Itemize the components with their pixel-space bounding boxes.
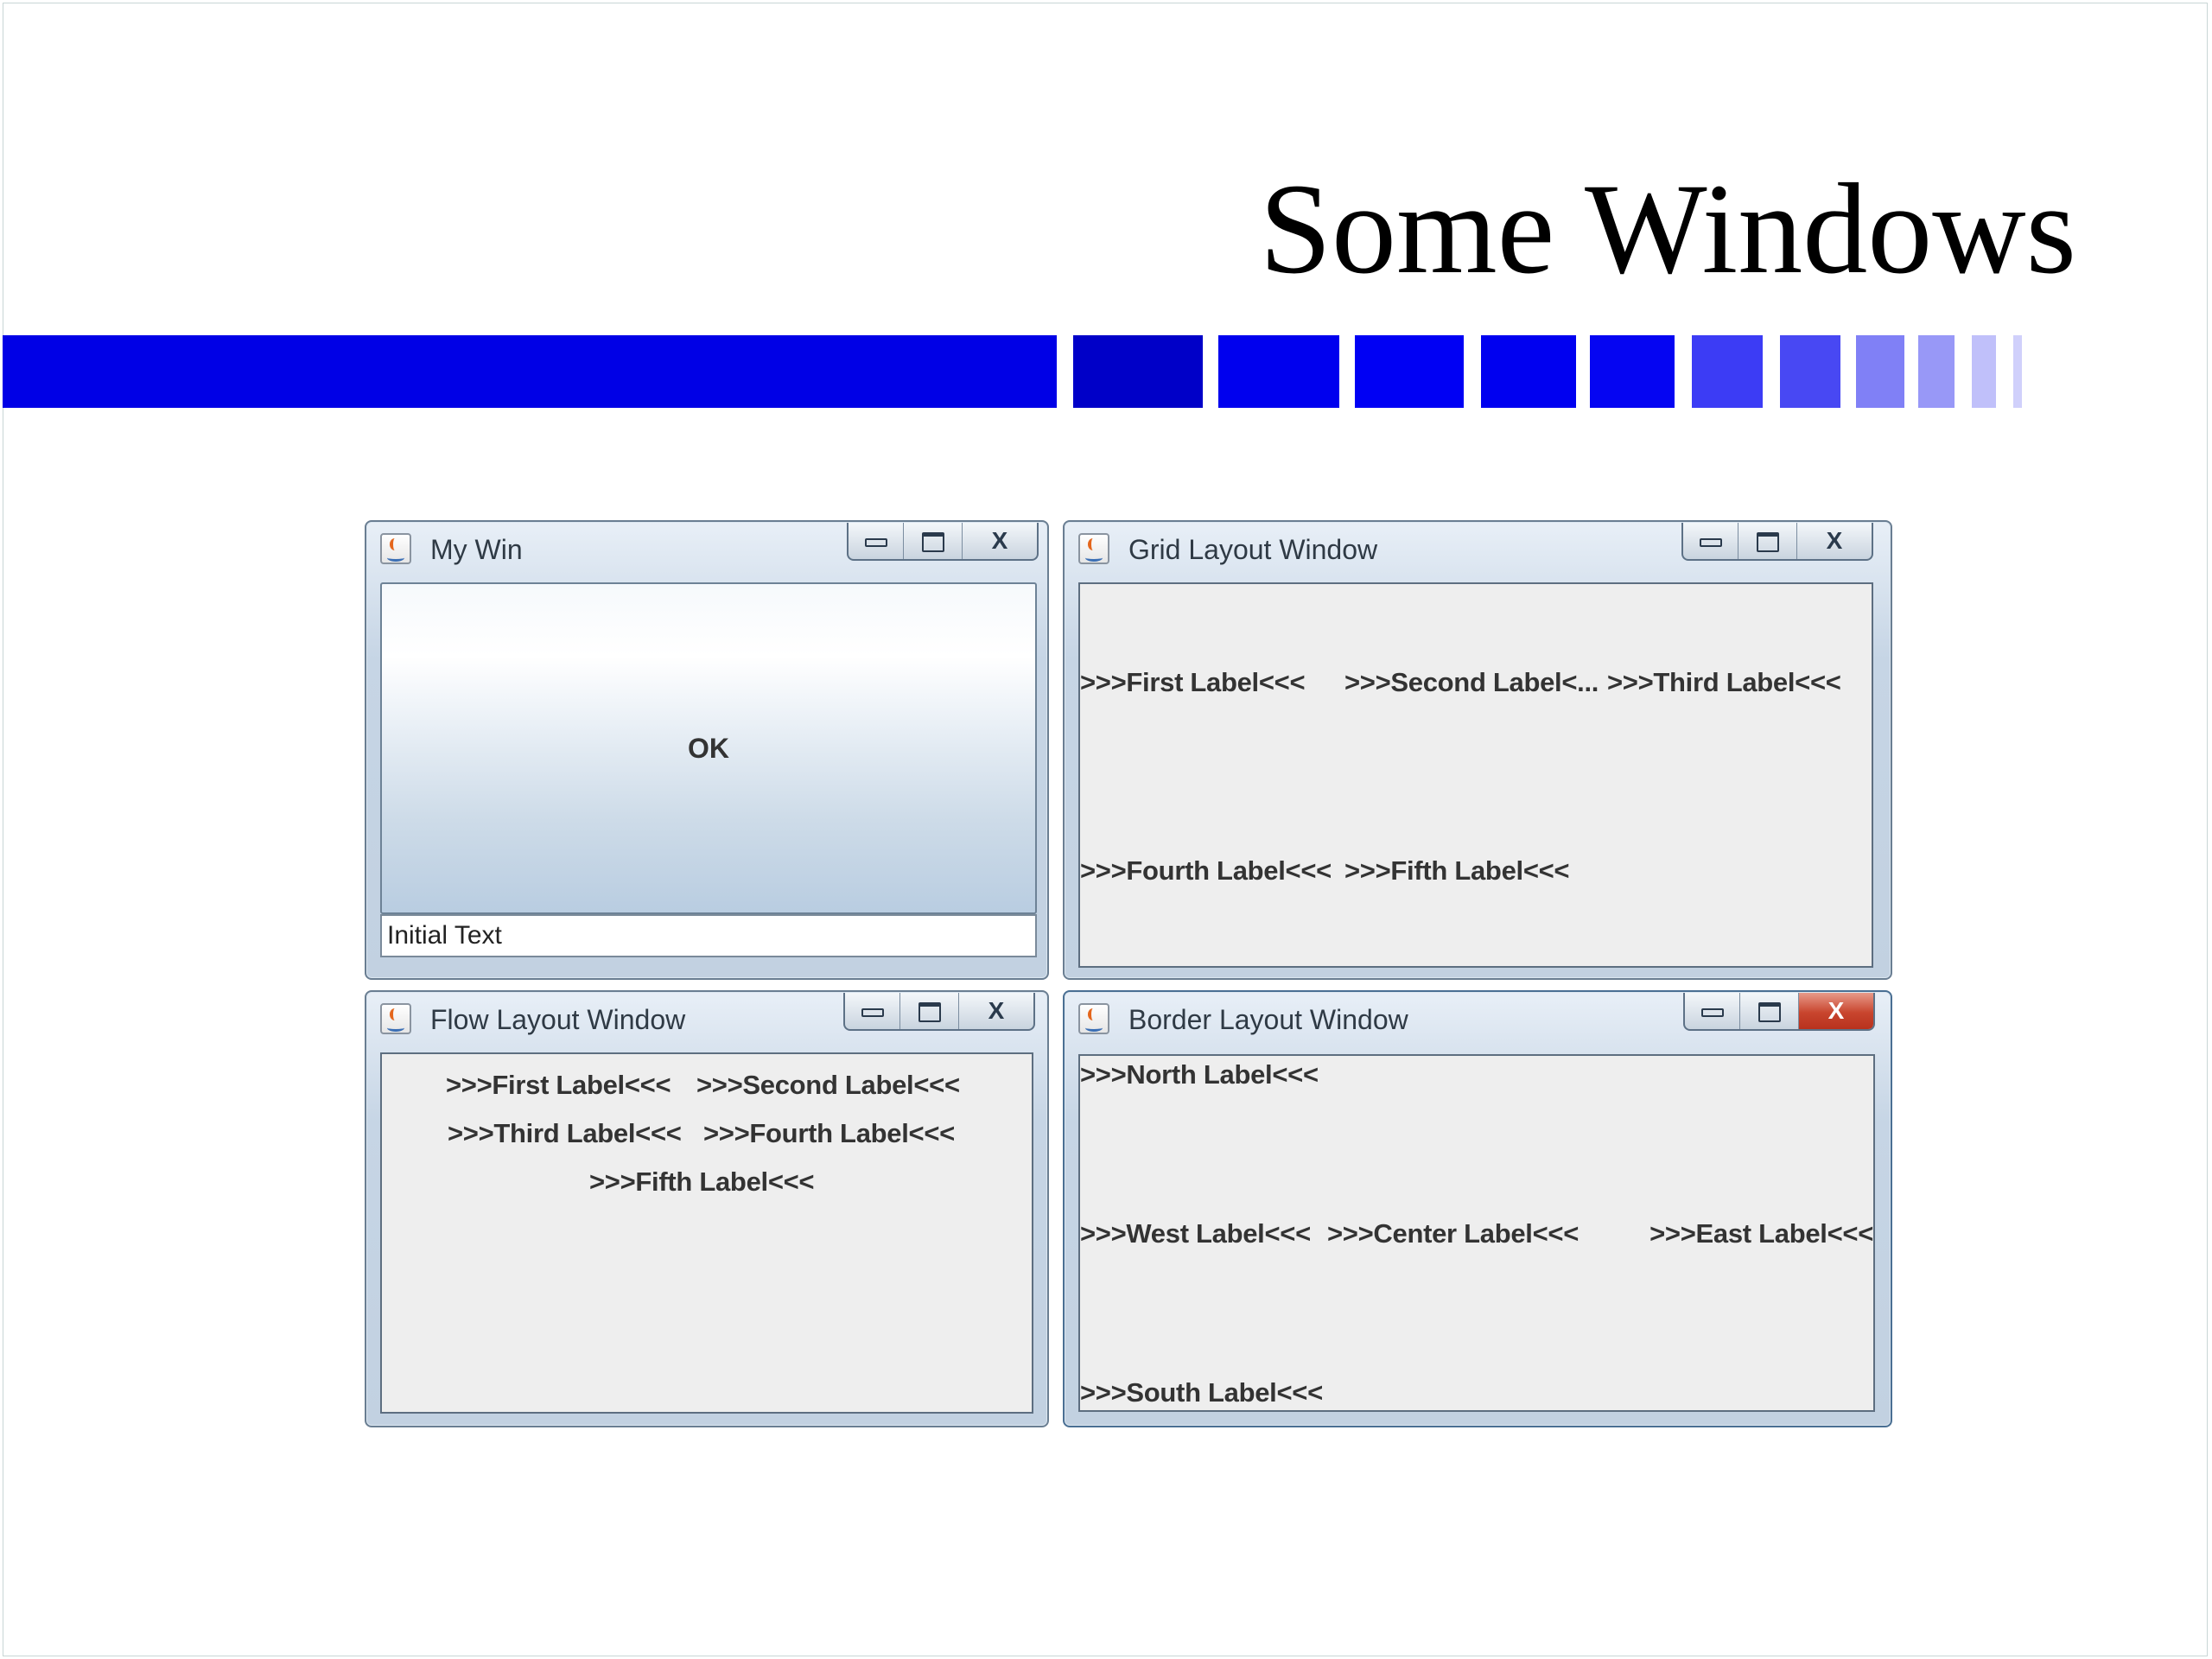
flow-label: >>>Second Label<<< <box>696 1070 960 1100</box>
maximize-icon <box>1756 532 1779 553</box>
titlebar[interactable]: Border Layout Window X <box>1065 992 1891 1042</box>
minimize-button[interactable] <box>845 993 900 1029</box>
minimize-icon <box>861 1007 884 1017</box>
flow-label: >>>Fourth Label<<< <box>703 1118 955 1148</box>
close-button[interactable]: X <box>959 993 1033 1029</box>
window-title: Border Layout Window <box>1128 1004 1408 1035</box>
window-controls: X <box>1683 993 1875 1031</box>
maximize-icon <box>1758 1002 1781 1023</box>
text-field[interactable]: Initial Text <box>380 914 1037 957</box>
minimize-icon <box>1699 537 1722 547</box>
window-title: Grid Layout Window <box>1128 534 1378 565</box>
flow-content: >>>First Label<<< >>>Second Label<<< >>>… <box>380 1052 1033 1414</box>
titlebar[interactable]: Flow Layout Window X <box>366 992 1047 1042</box>
java-icon <box>1078 533 1109 564</box>
close-icon: X <box>991 527 1008 554</box>
grid-content: >>>First Label<<< >>>Second Label<... >>… <box>1078 582 1873 968</box>
grid-label: >>>Fourth Label<<< <box>1080 855 1332 886</box>
grid-layout-window: Grid Layout Window X >>>First Label<<< >… <box>1063 520 1892 980</box>
maximize-icon <box>921 532 944 553</box>
close-button[interactable]: X <box>1799 993 1873 1029</box>
close-icon: X <box>1827 997 1845 1024</box>
minimize-button[interactable] <box>1683 523 1738 559</box>
close-icon: X <box>988 997 1005 1024</box>
maximize-button[interactable] <box>900 993 959 1029</box>
minimize-icon <box>1700 1007 1724 1017</box>
my-win-content: OK Initial Text <box>380 582 1037 966</box>
my-win-window: My Win X OK Initial Text <box>365 520 1049 980</box>
grid-label: >>>Fifth Label<<< <box>1344 855 1570 886</box>
titlebar[interactable]: My Win X <box>366 522 1047 572</box>
ok-button[interactable]: OK <box>380 582 1037 914</box>
minimize-button[interactable] <box>849 523 904 559</box>
minimize-button[interactable] <box>1685 993 1740 1029</box>
window-title: My Win <box>430 534 523 565</box>
flow-label: >>>First Label<<< <box>446 1070 671 1100</box>
center-label: >>>Center Label<<< <box>1327 1218 1579 1249</box>
java-icon <box>1078 1003 1109 1034</box>
java-icon <box>380 533 411 564</box>
west-label: >>>West Label<<< <box>1080 1218 1311 1249</box>
border-content: >>>North Label<<< >>>West Label<<< >>>Ce… <box>1078 1054 1875 1412</box>
window-controls: X <box>843 993 1035 1031</box>
window-title: Flow Layout Window <box>430 1004 686 1035</box>
east-label: >>>East Label<<< <box>1649 1218 1873 1249</box>
close-button[interactable]: X <box>1797 523 1872 559</box>
flow-layout-window: Flow Layout Window X >>>First Label<<< >… <box>365 990 1049 1427</box>
window-controls: X <box>847 523 1039 561</box>
grid-label: >>>Second Label<... <box>1344 667 1599 697</box>
grid-label: >>>First Label<<< <box>1080 667 1306 697</box>
maximize-icon <box>918 1002 941 1023</box>
close-icon: X <box>1826 527 1843 554</box>
maximize-button[interactable] <box>1738 523 1797 559</box>
north-label: >>>North Label<<< <box>1080 1059 1319 1090</box>
south-label: >>>South Label<<< <box>1080 1377 1323 1408</box>
maximize-button[interactable] <box>1740 993 1799 1029</box>
flow-label: >>>Fifth Label<<< <box>589 1166 815 1197</box>
flow-label: >>>Third Label<<< <box>448 1118 682 1148</box>
border-layout-window: Border Layout Window X >>>North Label<<<… <box>1063 990 1892 1427</box>
maximize-button[interactable] <box>904 523 963 559</box>
grid-label: >>>Third Label<<< <box>1607 667 1841 697</box>
java-icon <box>380 1003 411 1034</box>
slide-title: Some Windows <box>1259 157 2076 301</box>
minimize-icon <box>864 537 887 547</box>
titlebar[interactable]: Grid Layout Window X <box>1065 522 1891 572</box>
window-controls: X <box>1681 523 1873 561</box>
close-button[interactable]: X <box>963 523 1037 559</box>
